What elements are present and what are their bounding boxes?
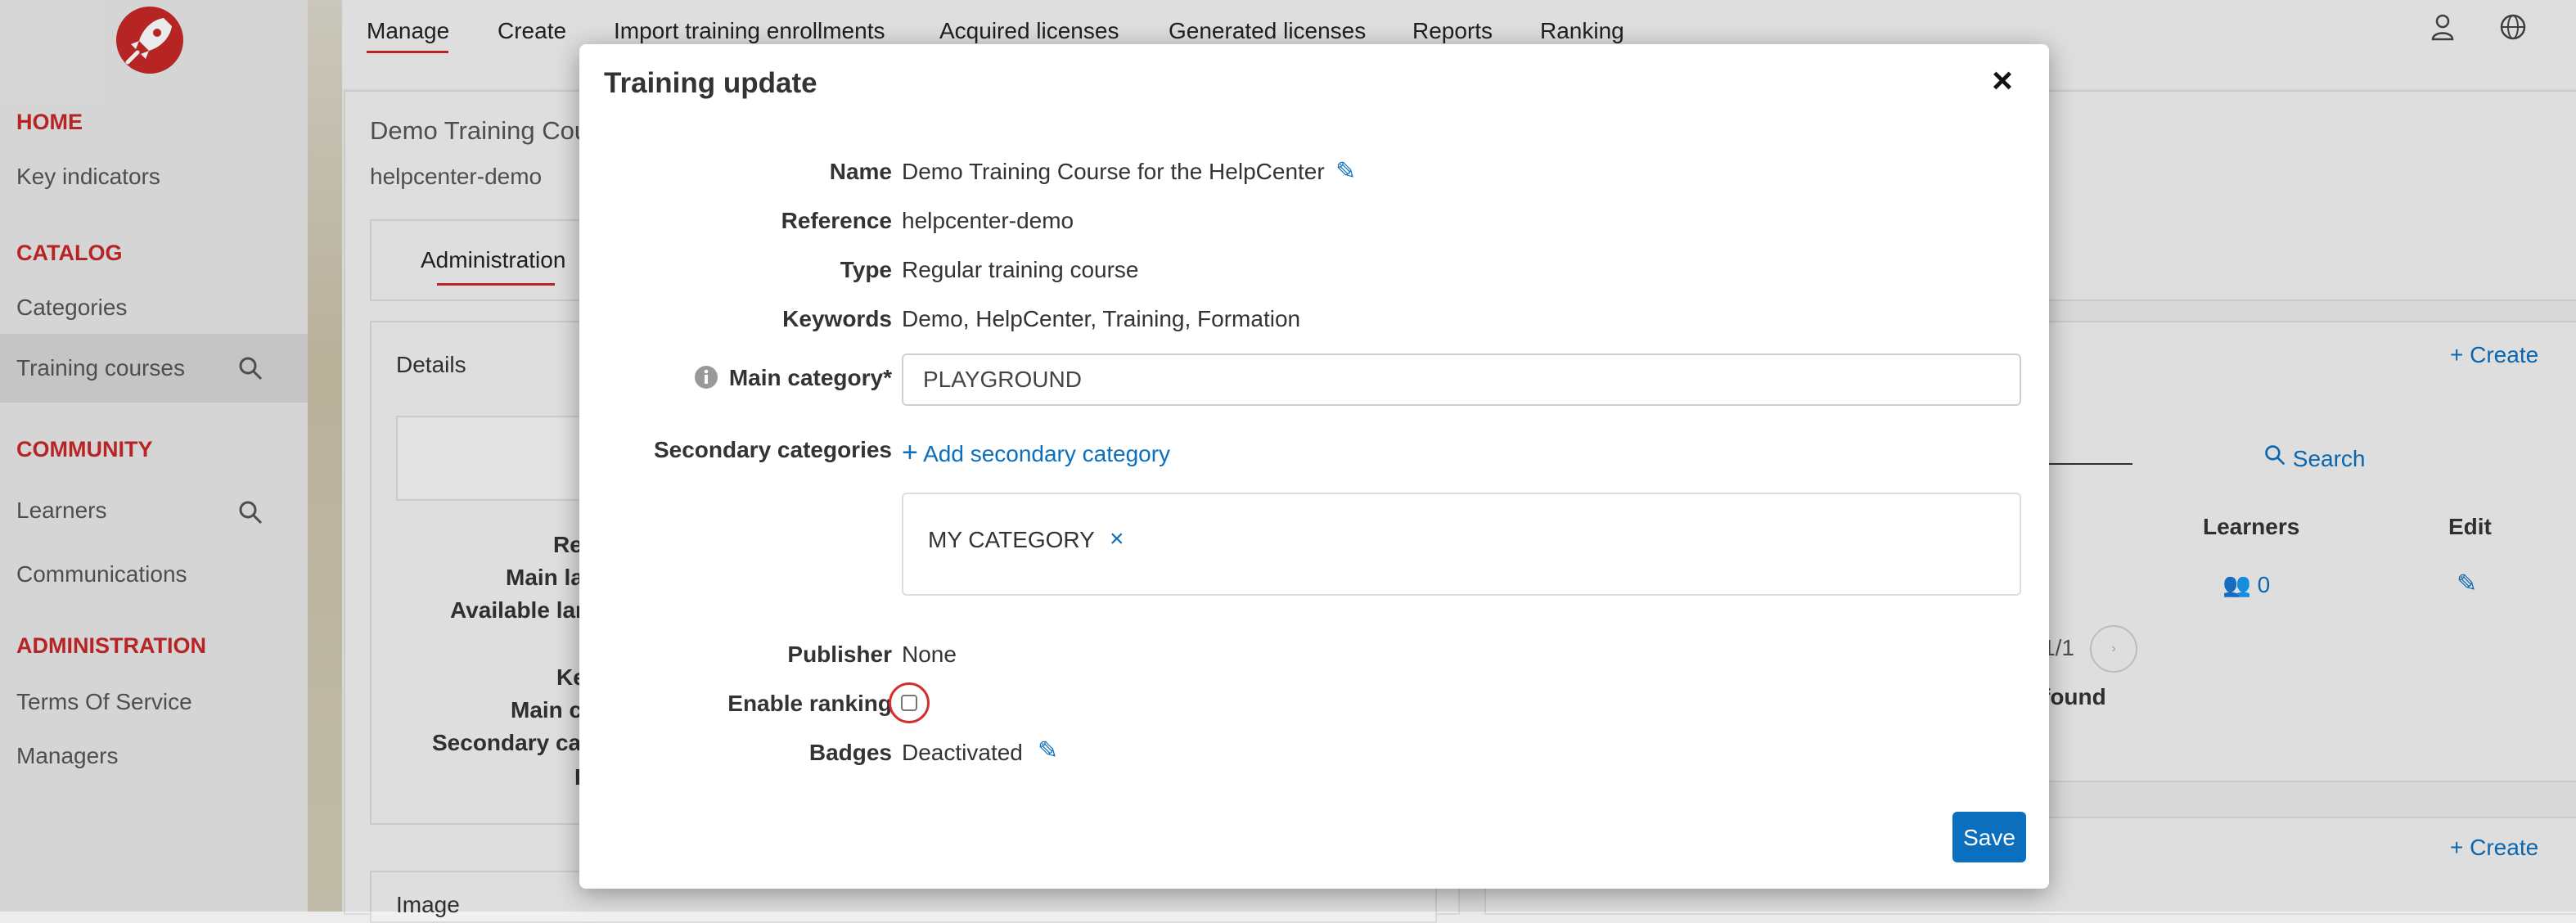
publisher-value: None: [902, 642, 957, 667]
edit-name-pencil-icon[interactable]: ✎: [1335, 157, 1356, 186]
keywords-value: Demo, HelpCenter, Training, Formation: [902, 306, 1301, 331]
main-category-label: Main category*: [728, 365, 892, 390]
reference-label: Reference: [781, 208, 892, 233]
training-update-modal: Training update × Name Demo Training Cou…: [579, 44, 2049, 889]
name-value: Demo Training Course for the HelpCenter: [902, 159, 1325, 184]
info-icon[interactable]: [694, 365, 718, 394]
secondary-categories-box: MY CATEGORY ×: [902, 493, 2021, 596]
remove-category-close-icon[interactable]: ×: [1110, 525, 1124, 553]
badges-value: Deactivated: [902, 740, 1023, 765]
main-category-field[interactable]: PLAYGROUND: [902, 353, 2021, 406]
modal-title: Training update: [604, 67, 817, 99]
add-secondary-category-button[interactable]: + Add secondary category: [902, 437, 1170, 469]
type-label: Type: [840, 257, 892, 282]
enable-ranking-checkbox[interactable]: [901, 695, 917, 711]
publisher-label: Publisher: [787, 642, 892, 667]
plus-icon: +: [902, 437, 918, 468]
enable-ranking-label: Enable ranking: [727, 691, 892, 716]
secondary-categories-label: Secondary categories: [653, 437, 892, 462]
keywords-label: Keywords: [782, 306, 892, 331]
save-button[interactable]: Save: [1952, 812, 2026, 862]
add-secondary-category-label: Add secondary category: [923, 441, 1171, 466]
badges-label: Badges: [808, 740, 892, 765]
category-chip-label: MY CATEGORY: [928, 527, 1095, 552]
reference-value: helpcenter-demo: [902, 208, 1074, 233]
close-icon[interactable]: ×: [1984, 62, 2021, 100]
type-value: Regular training course: [902, 257, 1139, 282]
edit-badges-pencil-icon[interactable]: ✎: [1038, 736, 1058, 765]
name-label: Name: [829, 159, 892, 184]
